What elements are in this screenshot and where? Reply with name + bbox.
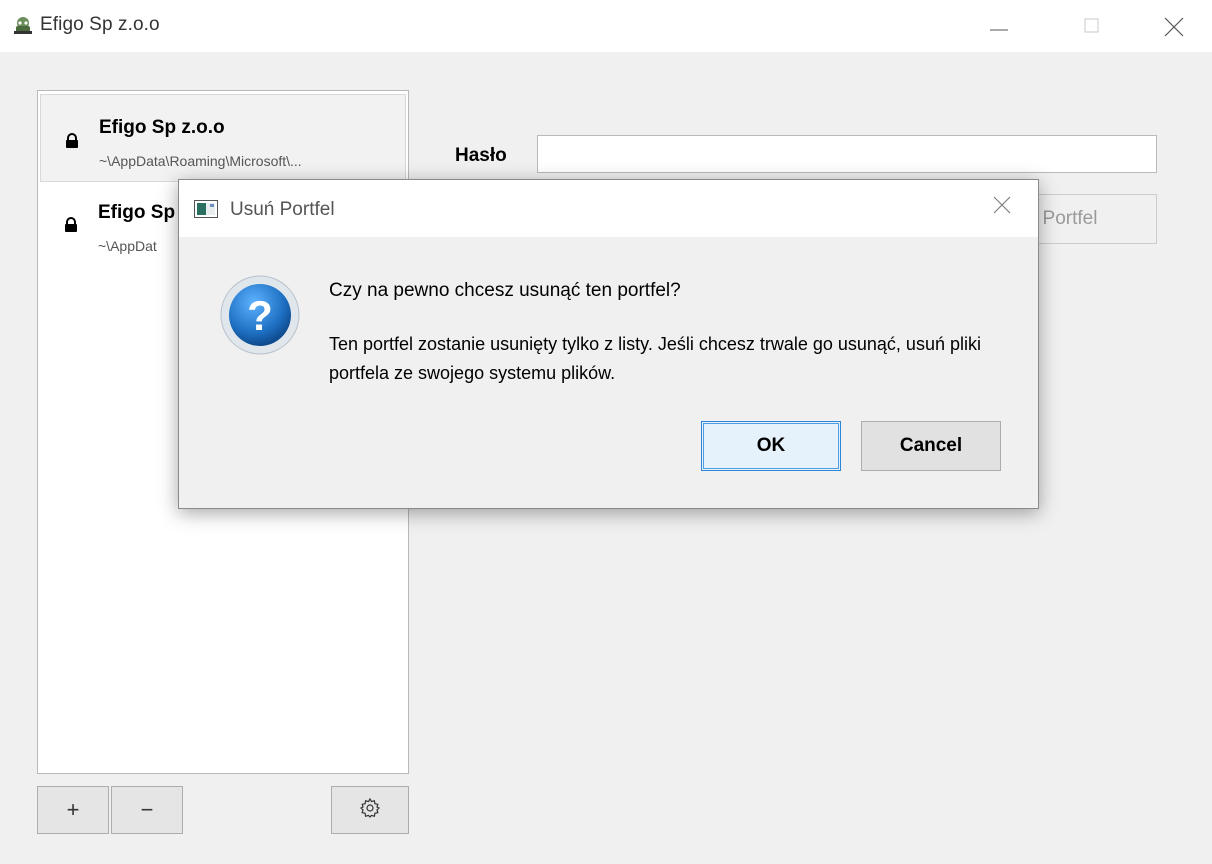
add-wallet-button[interactable]: + — [37, 786, 109, 834]
plus-icon: + — [66, 797, 80, 822]
settings-button[interactable] — [331, 786, 409, 834]
remove-wallet-button[interactable]: − — [111, 786, 183, 834]
minus-icon: − — [140, 797, 154, 822]
window-title: Efigo Sp z.o.o — [40, 14, 160, 35]
lock-icon — [65, 133, 79, 154]
delete-wallet-dialog: Usuń Portfel ? Czy na pewno chcesz usuną… — [178, 179, 1039, 509]
cancel-button[interactable]: Cancel — [861, 421, 1001, 471]
dialog-titlebar: Usuń Portfel — [179, 180, 1038, 237]
question-icon: ? — [219, 274, 301, 361]
minimize-icon — [990, 29, 1008, 31]
maximize-icon — [1084, 18, 1099, 33]
dialog-title: Usuń Portfel — [230, 199, 335, 220]
cancel-label: Cancel — [899, 435, 963, 456]
wallet-name: Efigo Sp — [98, 202, 176, 223]
wallet-path: ~\AppData\Roaming\Microsoft\... — [99, 153, 302, 169]
list-item[interactable]: Efigo Sp z.o.o ~\AppData\Roaming\Microso… — [40, 94, 406, 182]
gear-icon — [359, 797, 381, 824]
ok-button[interactable]: OK — [701, 421, 841, 471]
password-label: Hasło — [455, 145, 507, 166]
svg-text:?: ? — [247, 292, 273, 339]
window-titlebar: Efigo Sp z.o.o — [0, 0, 1212, 52]
close-icon — [993, 196, 1011, 214]
close-icon — [1164, 17, 1184, 37]
open-wallet-label: Portfel — [1042, 208, 1098, 229]
close-button[interactable] — [1150, 0, 1196, 52]
dialog-window-icon — [194, 200, 218, 223]
password-field[interactable] — [537, 135, 1157, 173]
dialog-close-button[interactable] — [991, 194, 1021, 224]
minimize-button[interactable] — [976, 0, 1022, 52]
wallet-name: Efigo Sp z.o.o — [99, 117, 225, 138]
wallet-path: ~\AppDat — [98, 238, 157, 254]
lock-icon — [64, 217, 78, 238]
ok-label: OK — [756, 435, 786, 456]
maximize-button[interactable] — [1067, 0, 1113, 52]
dialog-heading: Czy na pewno chcesz usunąć ten portfel? — [329, 280, 681, 301]
dialog-message: Ten portfel zostanie usunięty tylko z li… — [329, 334, 981, 383]
app-logo-icon — [12, 14, 34, 36]
